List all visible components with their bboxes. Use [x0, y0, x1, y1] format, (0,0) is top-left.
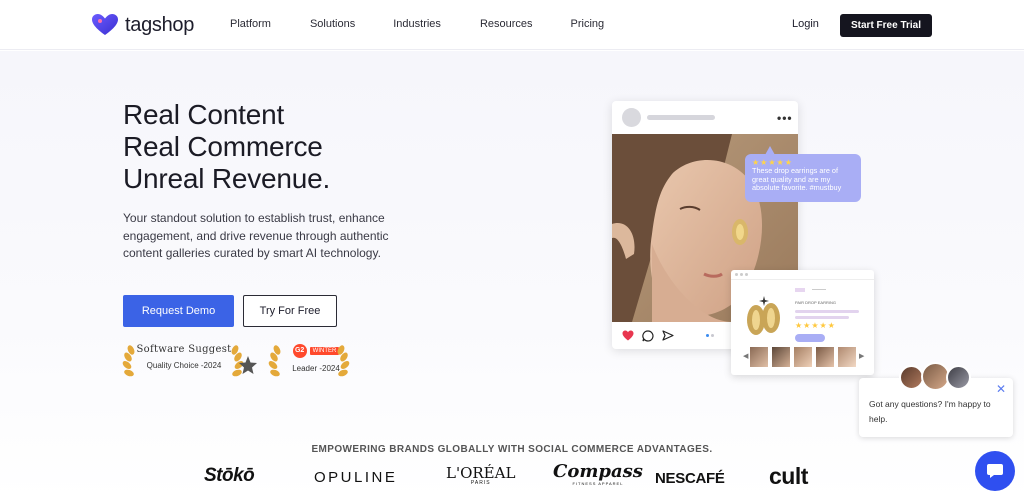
nav-industries[interactable]: Industries [393, 18, 441, 30]
brand-compass-sub: FITNESS APPAREL [572, 481, 624, 486]
nav-solutions[interactable]: Solutions [310, 18, 355, 30]
add-to-cart-button[interactable] [795, 334, 825, 342]
brand-logo[interactable]: tagshop [91, 13, 194, 37]
top-navbar: tagshop Platform Solutions Industries Re… [0, 0, 1024, 50]
agent-avatar-3 [946, 365, 971, 390]
nav-links: Platform Solutions Industries Resources … [230, 18, 604, 30]
nav-platform[interactable]: Platform [230, 18, 271, 30]
product-stars: ★★★★★ [795, 321, 836, 330]
chat-close-icon[interactable]: ✕ [996, 382, 1006, 396]
brand-loreal: L'ORÉAL PARIS [446, 466, 515, 486]
brand-compass: Compass FITNESS APPAREL [553, 463, 643, 486]
thumbnail-strip [750, 347, 856, 367]
star-divider-icon [239, 356, 257, 374]
laurel-right-icon [337, 345, 350, 377]
thumbnail[interactable] [772, 347, 790, 367]
product-line-2 [795, 316, 849, 319]
product-header-placeholder [795, 288, 805, 292]
thumbnail[interactable] [838, 347, 856, 367]
carousel-next-icon[interactable]: ▶ [859, 352, 864, 360]
heart-logo-icon [92, 14, 118, 35]
earring-product-image [747, 296, 780, 335]
review-bubble: ★★★★★ These drop earrings are of great q… [745, 154, 861, 202]
login-link[interactable]: Login [792, 18, 819, 30]
headline-line-3: Unreal Revenue. [123, 163, 331, 194]
chat-launcher-button[interactable] [975, 451, 1015, 491]
thumbnail[interactable] [816, 347, 834, 367]
start-free-trial-button[interactable]: Start Free Trial [840, 14, 932, 37]
product-line-1 [795, 310, 859, 313]
window-dots [735, 273, 748, 276]
review-bubble-tail [765, 146, 775, 155]
brand-compass-name: Compass [553, 461, 643, 482]
brand-name: tagshop [125, 13, 195, 36]
widget-divider [731, 279, 874, 280]
brand-loreal-name: L'ORÉAL [446, 464, 516, 482]
product-title: PAIR DROP EARRING [795, 300, 836, 305]
carousel-prev-icon[interactable]: ◀ [743, 352, 748, 360]
nav-resources[interactable]: Resources [480, 18, 533, 30]
review-text: These drop earrings are of great quality… [752, 166, 842, 192]
thumbnail[interactable] [750, 347, 768, 367]
brand-stoko: Stōkō [204, 465, 255, 486]
hero-headline: Real Content Real Commerce Unreal Revenu… [123, 99, 330, 195]
brands-tagline: EMPOWERING BRANDS GLOBALLY WITH SOCIAL C… [311, 444, 713, 455]
chat-icon [987, 464, 1003, 478]
brand-nescafe: NESCAFÉ [655, 470, 725, 487]
post-username-placeholder [647, 115, 715, 120]
award-name: Software Suggest [136, 344, 232, 355]
award-software-suggest: Software Suggest Quality Choice -2024 [124, 344, 244, 370]
award-caption: Quality Choice -2024 [146, 361, 222, 370]
chat-message: Got any questions? I'm happy to help. [869, 399, 991, 424]
headline-line-1: Real Content [123, 99, 285, 130]
thumbnail[interactable] [794, 347, 812, 367]
try-for-free-button[interactable]: Try For Free [243, 295, 337, 327]
request-demo-button[interactable]: Request Demo [123, 295, 234, 327]
headline-line-2: Real Commerce [123, 131, 323, 162]
nav-pricing[interactable]: Pricing [571, 18, 605, 30]
more-options-icon[interactable]: ••• [777, 111, 793, 125]
post-avatar [622, 108, 641, 127]
g2-logo: G2 [292, 344, 307, 358]
brand-cult: cult [769, 463, 808, 489]
brand-opuline: OPULINE [314, 469, 398, 486]
carousel-dots [706, 334, 714, 337]
product-header-line [812, 289, 826, 290]
comment-icon[interactable] [642, 330, 654, 342]
hero-subtext: Your standout solution to establish trus… [123, 211, 389, 260]
heart-icon[interactable] [622, 330, 634, 341]
share-icon[interactable] [662, 330, 674, 342]
